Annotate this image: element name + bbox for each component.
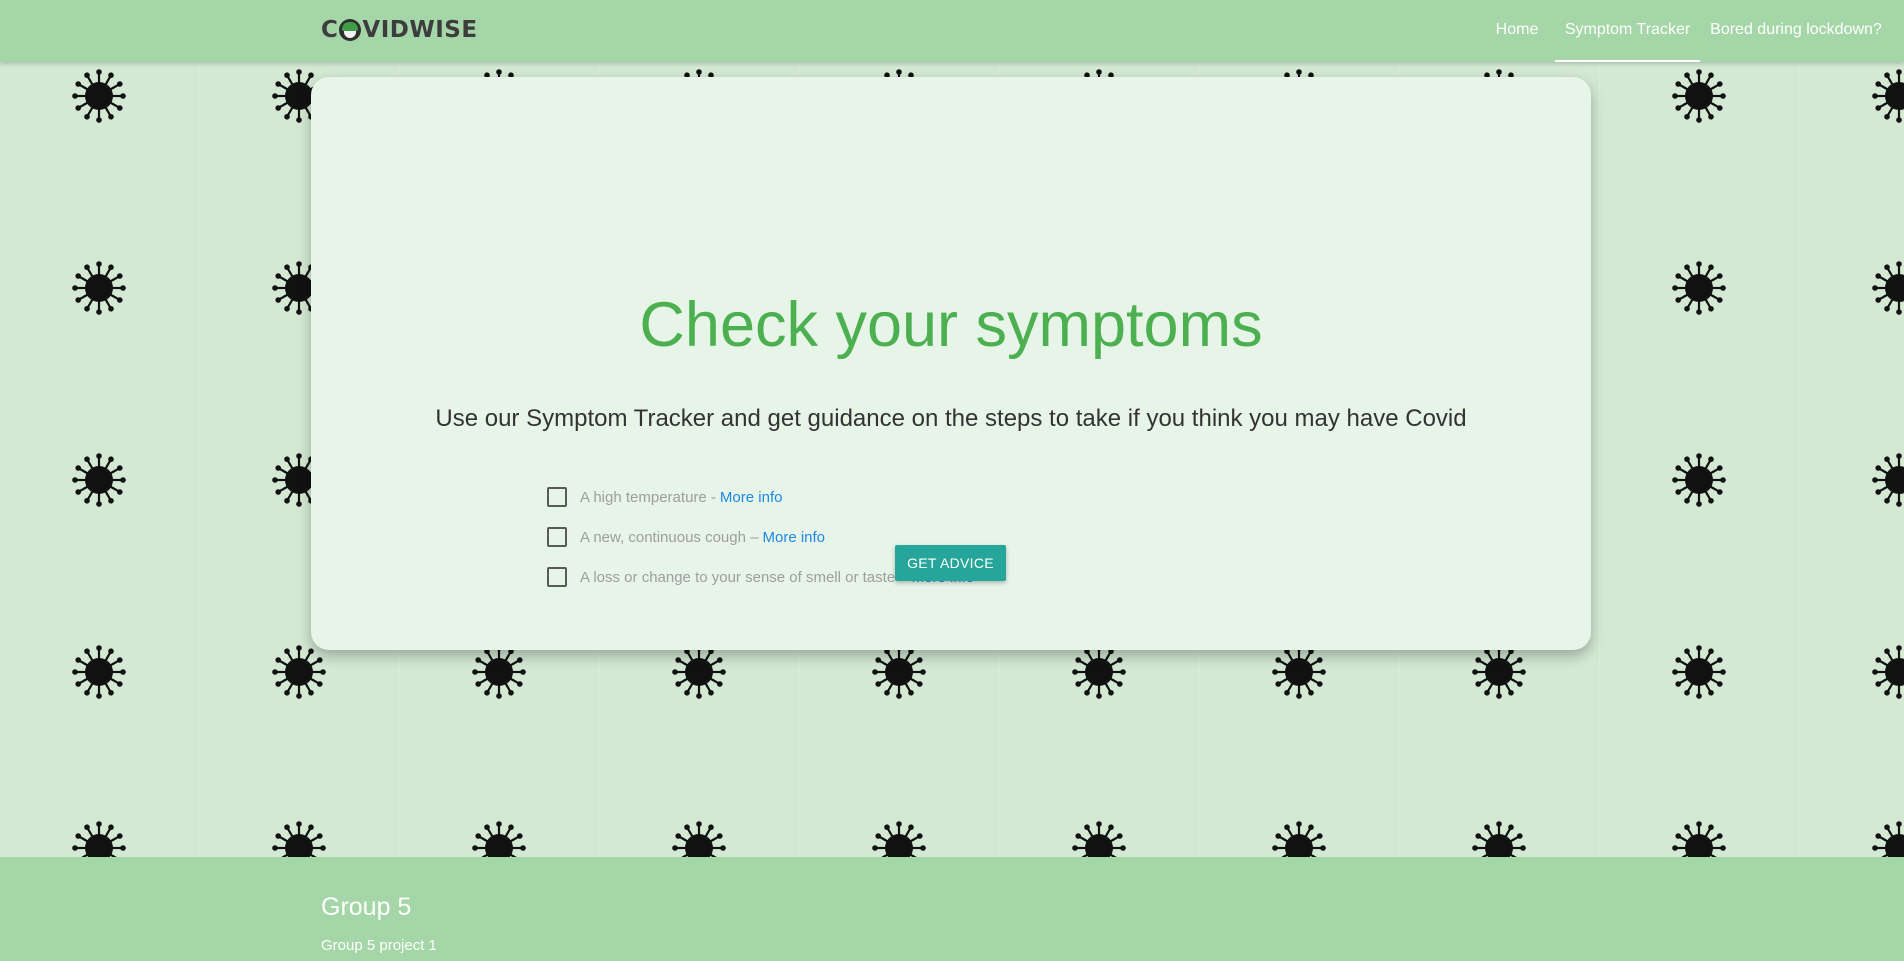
get-advice-button[interactable]: GET ADVICE <box>895 545 1006 581</box>
virus-icon <box>72 261 126 315</box>
virus-icon <box>1472 645 1526 699</box>
footer-title: Group 5 <box>321 893 412 921</box>
virus-icon <box>672 645 726 699</box>
virus-icon <box>1872 69 1904 123</box>
nav-item-home[interactable]: Home <box>1487 0 1547 62</box>
nav-item-bored-during-lockdown[interactable]: Bored during lockdown? <box>1700 0 1892 62</box>
navbar: C VIDWISE Home Symptom Tracker Bored duri… <box>0 0 1904 62</box>
virus-icon <box>872 645 926 699</box>
logo-text-right: VIDWISE <box>362 17 478 43</box>
footer: Group 5 Group 5 project 1 <box>0 857 1904 961</box>
page-title: Check your symptoms <box>639 290 1263 360</box>
virus-icon <box>1672 821 1726 857</box>
nav-item-symptom-tracker[interactable]: Symptom Tracker <box>1555 0 1700 62</box>
virus-icon <box>272 645 326 699</box>
virus-icon <box>72 453 126 507</box>
virus-icon <box>672 821 726 857</box>
more-info-link[interactable]: More info <box>762 529 825 546</box>
symptom-label: A new, continuous cough – <box>580 528 759 546</box>
virus-icon <box>1672 69 1726 123</box>
virus-icon <box>72 69 126 123</box>
virus-icon <box>1872 645 1904 699</box>
virus-icon <box>272 821 326 857</box>
symptom-checkbox[interactable] <box>547 567 567 587</box>
virus-icon <box>472 821 526 857</box>
virus-icon <box>1072 645 1126 699</box>
symptom-label: A high temperature - <box>580 488 716 506</box>
virus-icon <box>1672 261 1726 315</box>
symptom-checkbox[interactable] <box>547 487 567 507</box>
symptom-item-cough: A new, continuous cough – More info <box>547 525 825 549</box>
virus-icon <box>1872 261 1904 315</box>
symptom-card: Check your symptoms Use our Symptom Trac… <box>311 77 1591 650</box>
symptom-item-high-temperature: A high temperature - More info <box>547 485 782 509</box>
more-info-link[interactable]: More info <box>720 489 783 506</box>
virus-icon <box>1672 453 1726 507</box>
footer-text: Group 5 project 1 <box>321 937 437 954</box>
virus-icon <box>1272 821 1326 857</box>
virus-icon <box>1072 821 1126 857</box>
virus-icon <box>1672 645 1726 699</box>
virus-icon <box>72 645 126 699</box>
logo-text-left: C <box>321 17 339 43</box>
mask-face-icon <box>339 19 362 41</box>
virus-icon <box>1472 821 1526 857</box>
brand-logo[interactable]: C VIDWISE <box>321 14 478 46</box>
virus-icon <box>872 821 926 857</box>
virus-icon <box>472 645 526 699</box>
virus-icon <box>72 821 126 857</box>
virus-icon <box>1872 821 1904 857</box>
symptom-checkbox[interactable] <box>547 527 567 547</box>
virus-icon <box>1272 645 1326 699</box>
page-subtitle: Use our Symptom Tracker and get guidance… <box>435 405 1467 432</box>
virus-icon <box>1872 453 1904 507</box>
symptom-label: A loss or change to your sense of smell … <box>580 568 908 586</box>
